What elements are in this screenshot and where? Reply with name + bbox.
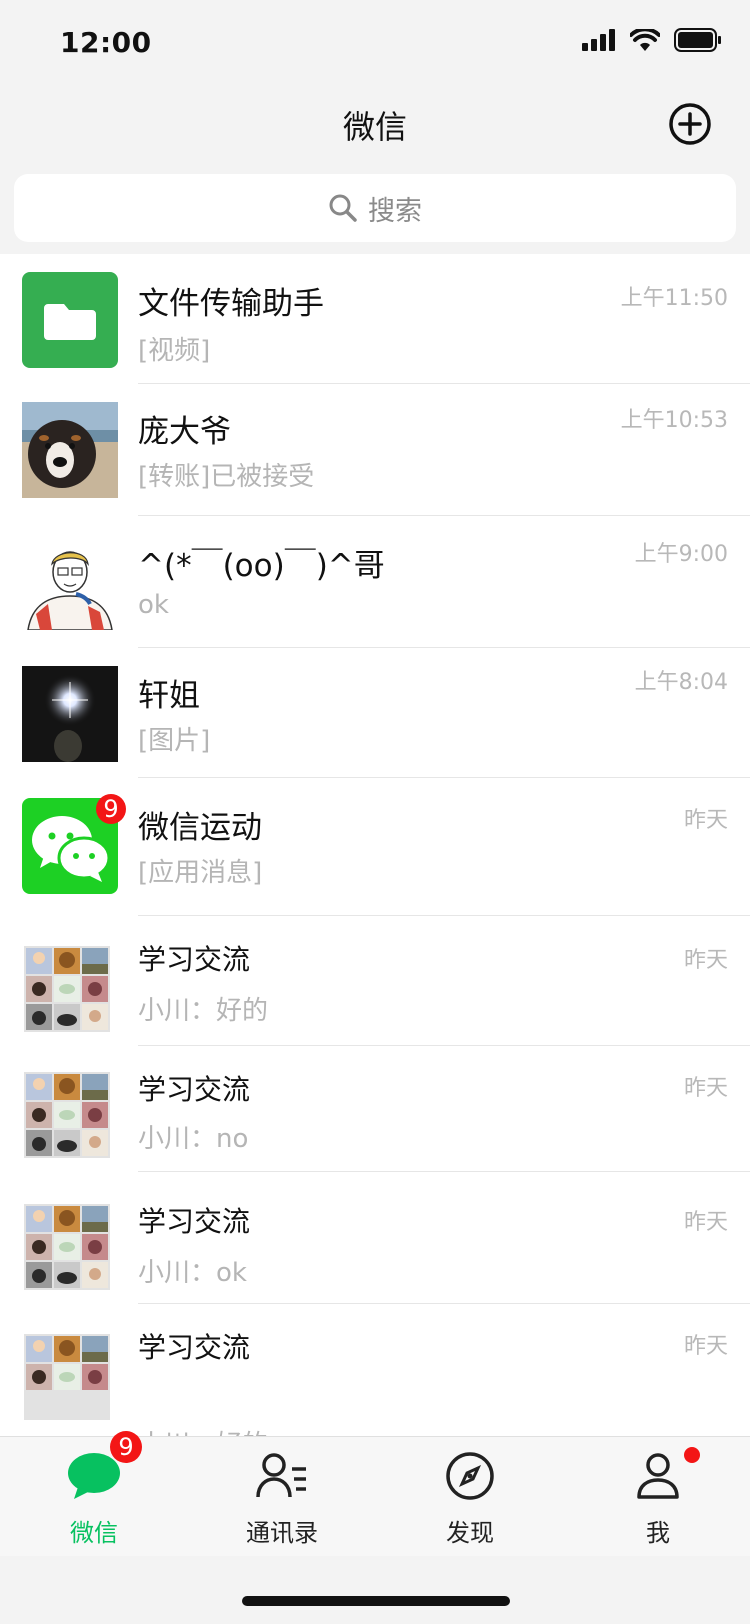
home-area: [0, 1556, 750, 1624]
avatar: [22, 534, 118, 630]
chat-time: 昨天: [683, 1334, 728, 1359]
chat-time: 昨天: [683, 808, 728, 833]
chat-preview: 小川：好的: [138, 1424, 268, 1436]
tab-discover[interactable]: 发现: [376, 1437, 564, 1557]
chat-time: 上午10:53: [620, 408, 728, 433]
chat-name: 轩姐: [138, 678, 200, 714]
chat-item-wechat-sport[interactable]: 9 微信运动 [应用消息] 昨天: [0, 778, 750, 916]
folder-icon: [44, 304, 96, 340]
chat-item-file-transfer[interactable]: 文件传输助手 [视频] 上午11:50: [0, 254, 750, 384]
avatar: [24, 1072, 110, 1158]
person-icon: [637, 1453, 679, 1499]
avatar: [22, 402, 118, 498]
dog-photo-icon: [22, 402, 118, 498]
avatar: [22, 666, 118, 762]
status-icons: [582, 28, 722, 52]
chat-item[interactable]: ^(*￣(oo)￣)^哥 ok 上午9:00: [0, 516, 750, 648]
tab-me[interactable]: 我: [564, 1437, 750, 1557]
chat-item-group[interactable]: 学习交流 小川：好的 昨天: [0, 1304, 750, 1436]
chat-item[interactable]: 轩姐 [图片] 上午8:04: [0, 648, 750, 778]
wifi-icon: [630, 29, 660, 51]
chat-preview: [视频]: [138, 336, 211, 366]
status-time: 12:00: [60, 26, 152, 59]
status-bar: 12:00: [0, 0, 750, 88]
chat-name: 庞大爷: [138, 414, 231, 450]
chat-time: 昨天: [683, 1076, 728, 1101]
add-icon[interactable]: [668, 102, 712, 146]
unread-badge: 9: [96, 794, 126, 824]
chat-name: 学习交流: [138, 1331, 251, 1364]
chat-preview: 小川：ok: [138, 1258, 247, 1288]
chat-preview: 小川：好的: [138, 996, 269, 1026]
avatar: [24, 1334, 110, 1420]
tab-label: 我: [646, 1519, 670, 1547]
group-avatar-icon: [24, 1204, 110, 1290]
tab-contacts[interactable]: 通讯录: [188, 1437, 376, 1557]
tab-label: 发现: [446, 1519, 494, 1547]
contacts-icon: [256, 1453, 306, 1498]
tab-badge: 9: [110, 1431, 142, 1463]
group-avatar-icon: [24, 1334, 110, 1420]
notification-dot: [684, 1447, 700, 1463]
chat-name: 文件传输助手: [138, 286, 324, 322]
battery-icon: [674, 28, 721, 52]
page-title: 微信: [342, 108, 407, 146]
chat-preview: [图片]: [138, 726, 211, 756]
chat-item[interactable]: 庞大爷 [转账]已被接受 上午10:53: [0, 384, 750, 516]
search-placeholder: 搜索: [368, 195, 422, 227]
nav-bar: 微信: [0, 88, 750, 168]
chat-name: 学习交流: [138, 943, 251, 976]
chat-time: 昨天: [683, 948, 728, 973]
chat-name: ^(*￣(oo)￣)^哥: [138, 548, 385, 584]
tab-label: 通讯录: [246, 1519, 318, 1547]
group-avatar-icon: [24, 1072, 110, 1158]
chat-name: 微信运动: [138, 810, 262, 846]
chat-item-group[interactable]: 学习交流 小川：no 昨天: [0, 1046, 750, 1172]
group-avatar-icon: [24, 946, 110, 1032]
chat-time: 昨天: [683, 1210, 728, 1235]
chat-list[interactable]: 文件传输助手 [视频] 上午11:50 庞大爷 [转账]已被接受 上午10:53: [0, 254, 750, 1436]
chat-bubble-icon: [68, 1453, 120, 1499]
search-icon: [329, 194, 357, 222]
compass-icon: [446, 1452, 494, 1500]
avatar: [24, 946, 110, 1032]
chat-time: 上午8:04: [634, 670, 728, 695]
chat-item-group[interactable]: 学习交流 小川：ok 昨天: [0, 1172, 750, 1304]
chat-item-group[interactable]: 学习交流 小川：好的 昨天: [0, 916, 750, 1046]
tab-chats[interactable]: 9 微信: [0, 1431, 188, 1557]
dark-photo-icon: [22, 666, 118, 762]
avatar: [22, 272, 118, 368]
avatar: [24, 1204, 110, 1290]
search-bar[interactable]: 搜索: [14, 174, 736, 242]
chat-preview: [转账]已被接受: [138, 462, 315, 492]
tab-label: 微信: [70, 1519, 118, 1547]
chat-name: 学习交流: [138, 1205, 251, 1238]
chat-preview: 小川：no: [138, 1124, 249, 1154]
chat-time: 上午9:00: [634, 542, 728, 567]
chat-preview: ok: [138, 590, 169, 620]
signal-icon: [582, 29, 615, 51]
chat-name: 学习交流: [138, 1073, 251, 1106]
home-indicator[interactable]: [242, 1596, 510, 1606]
chat-time: 上午11:50: [620, 286, 728, 311]
cartoon-person-icon: [22, 534, 118, 630]
tab-bar: 9 微信 通讯录 发现 我: [0, 1431, 750, 1557]
chat-preview: [应用消息]: [138, 858, 263, 888]
